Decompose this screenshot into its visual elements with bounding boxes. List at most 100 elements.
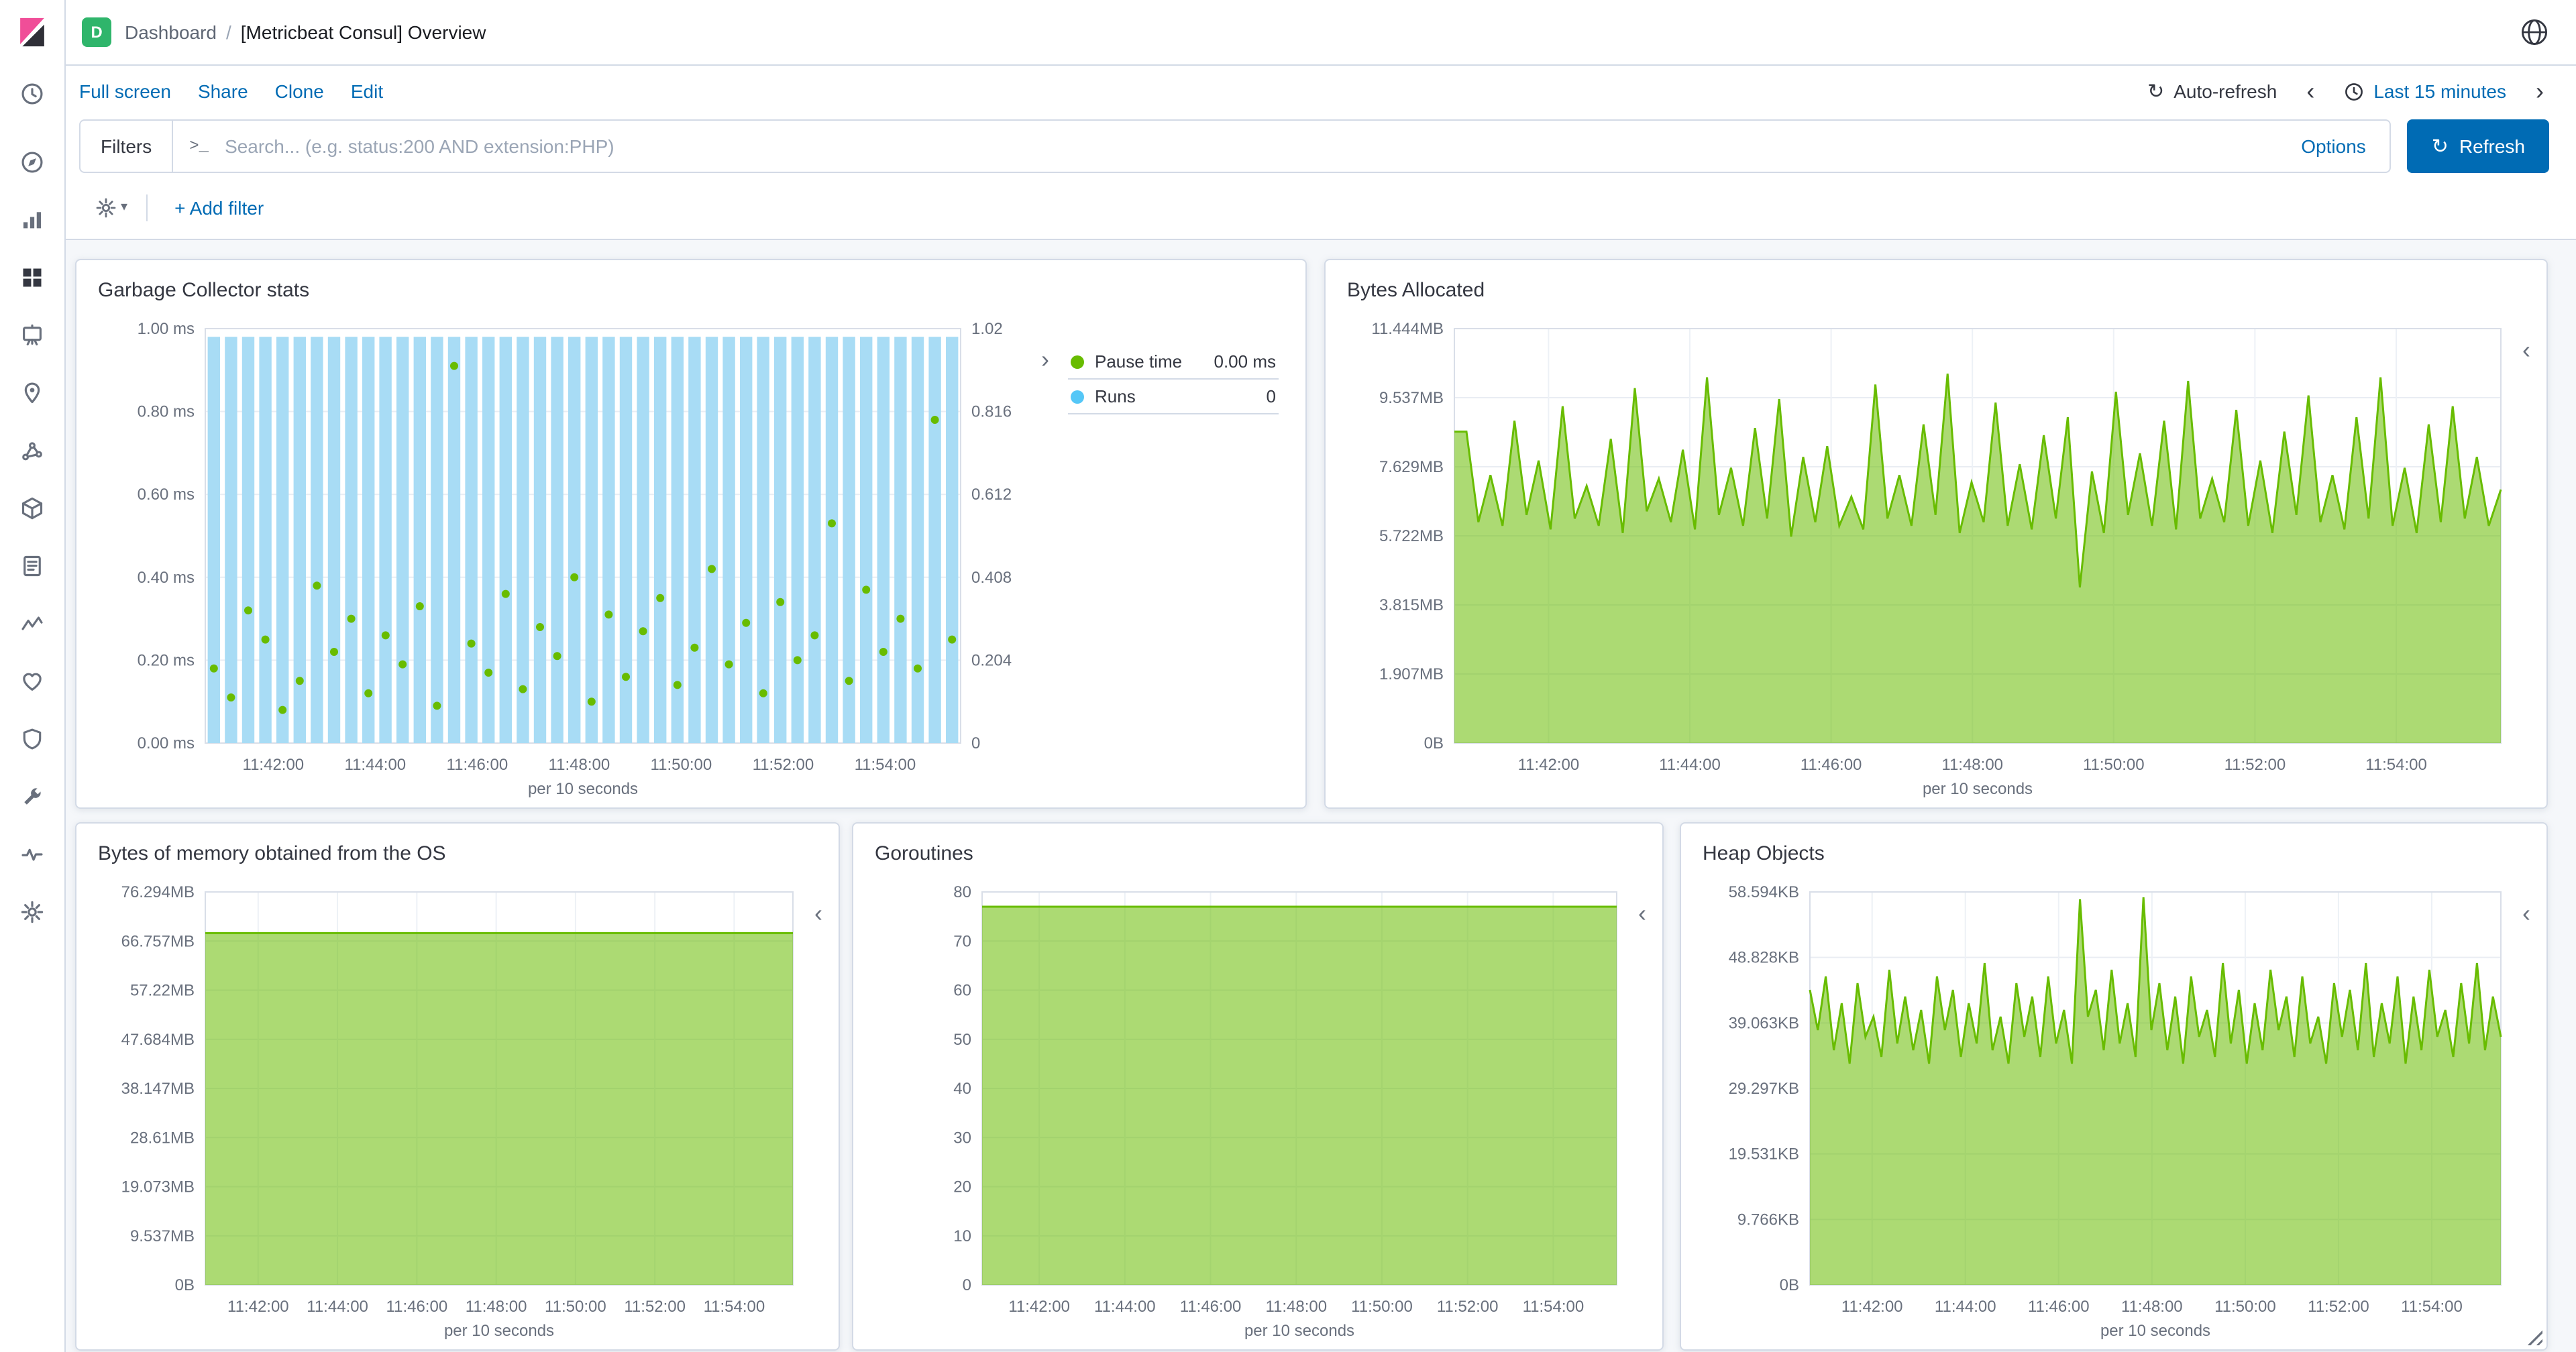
filter-options-button[interactable]: ▾ [95,196,127,218]
panel-title: Bytes of memory obtained from the OS [98,842,446,865]
svg-text:11:42:00: 11:42:00 [1841,1298,1903,1316]
svg-text:11:52:00: 11:52:00 [2224,756,2286,774]
svg-text:11:52:00: 11:52:00 [624,1298,686,1316]
svg-text:5.722MB: 5.722MB [1379,527,1444,545]
svg-text:11:42:00: 11:42:00 [1008,1298,1070,1316]
machine-learning-icon[interactable] [0,421,64,479]
chart-canvas: 0B 9.766KB 19.531KB 29.297KB 39.063KB 48.828K… [1729,883,2502,1340]
canvas-icon[interactable] [0,306,64,363]
svg-text:0B: 0B [175,1276,195,1294]
svg-text:11:54:00: 11:54:00 [1523,1298,1585,1316]
svg-text:11:50:00: 11:50:00 [2214,1298,2276,1316]
infrastructure-icon[interactable] [0,479,64,537]
management-icon[interactable] [0,883,64,940]
svg-text:per 10 seconds: per 10 seconds [2100,1322,2210,1340]
svg-text:0: 0 [963,1276,971,1294]
dashboard-icon[interactable] [0,248,64,306]
time-range-label: Last 15 minutes [2373,80,2506,102]
chart-legend: › Pause time 0.00 ms Runs 0 [1036,310,1284,802]
panel-bytes-memory-os: Bytes of memory obtained from the OS ‹ 0… [75,822,840,1351]
svg-text:30: 30 [953,1129,971,1147]
svg-text:11:54:00: 11:54:00 [855,756,916,774]
visualize-icon[interactable] [0,190,64,248]
uptime-icon[interactable] [0,652,64,710]
panel-title: Heap Objects [1703,842,1825,865]
search-box: >_ Options [173,119,2392,173]
legend-item-runs[interactable]: Runs 0 [1068,380,1279,414]
refresh-button[interactable]: ↻ Refresh [2407,119,2549,173]
dev-tools-icon[interactable] [0,767,64,825]
filters-toggle-button[interactable]: Filters [79,119,174,173]
time-forward-button[interactable]: › [2530,79,2549,103]
svg-text:11:54:00: 11:54:00 [704,1298,765,1316]
legend-series-value: 0.00 ms [1214,351,1277,372]
maps-icon[interactable] [0,363,64,421]
search-input[interactable] [222,134,2280,158]
chart-canvas: 0.00 ms 0.20 ms 0.40 ms 0.60 ms 0.80 ms 1.00 … [138,320,1012,798]
legend-item-pause-time[interactable]: Pause time 0.00 ms [1068,345,1279,380]
gear-icon [96,197,116,217]
svg-text:7.629MB: 7.629MB [1379,458,1444,476]
svg-text:50: 50 [953,1031,971,1049]
panel-title: Bytes Allocated [1347,279,1485,302]
svg-text:11:48:00: 11:48:00 [2121,1298,2183,1316]
full-screen-button[interactable]: Full screen [79,80,171,102]
legend-collapse-button[interactable]: › [1036,345,1055,374]
logs-icon[interactable] [0,537,64,594]
space-avatar[interactable]: D [82,17,111,47]
edit-button[interactable]: Edit [351,80,383,102]
kibana-logo[interactable] [15,0,50,64]
svg-text:0B: 0B [1780,1276,1799,1294]
svg-text:48.828KB: 48.828KB [1729,949,1799,967]
svg-text:11:46:00: 11:46:00 [1801,756,1862,774]
auto-refresh-button[interactable]: ↻ Auto-refresh [2139,78,2285,105]
svg-text:11:46:00: 11:46:00 [447,756,508,774]
svg-text:per 10 seconds: per 10 seconds [444,1322,554,1340]
svg-text:11:54:00: 11:54:00 [2401,1298,2463,1316]
svg-text:1.00 ms: 1.00 ms [138,320,195,338]
panel-heap-objects: Heap Objects ‹ 0B 9.766KB 19.531KB 29.297KB… [1680,822,2548,1351]
panel-title: Goroutines [875,842,973,865]
apm-icon[interactable] [0,594,64,652]
svg-text:11:48:00: 11:48:00 [466,1298,527,1316]
panel-title: Garbage Collector stats [98,279,310,302]
app-header: D Dashboard / [Metricbeat Consul] Overvi… [66,0,2576,66]
chart-canvas: 0 10 20 30 40 50 60 70 80 11:42:00 11:44:00 11:46:0… [953,883,1617,1340]
breadcrumb-separator: / [226,21,231,43]
svg-text:0.204: 0.204 [971,651,1012,669]
time-back-button[interactable]: ‹ [2301,79,2320,103]
panel-resize-handle[interactable] [2524,1327,2542,1345]
query-options-button[interactable]: Options [2293,134,2374,158]
monitoring-icon[interactable] [0,825,64,883]
query-prompt-icon: >_ [189,137,209,156]
svg-text:11:48:00: 11:48:00 [1941,756,2003,774]
panel-bytes-allocated: Bytes Allocated ‹ 0B 1.907MB 3.815MB 5.722M… [1324,259,2548,809]
svg-text:19.531KB: 19.531KB [1729,1145,1799,1164]
svg-text:9.537MB: 9.537MB [1379,389,1444,407]
clone-button[interactable]: Clone [275,80,324,102]
globe-icon[interactable] [2520,17,2549,47]
siem-icon[interactable] [0,710,64,767]
svg-text:47.684MB: 47.684MB [121,1031,195,1049]
svg-text:76.294MB: 76.294MB [121,883,195,901]
svg-text:66.757MB: 66.757MB [121,932,195,950]
breadcrumb-dashboard[interactable]: Dashboard [125,21,217,43]
add-filter-button[interactable]: + Add filter [166,195,272,219]
auto-refresh-label: Auto-refresh [2174,80,2277,102]
share-button[interactable]: Share [198,80,248,102]
discover-icon[interactable] [0,133,64,190]
page-title: [Metricbeat Consul] Overview [240,21,486,43]
svg-text:11:50:00: 11:50:00 [651,756,712,774]
svg-text:0: 0 [971,734,980,752]
time-range-button[interactable]: Last 15 minutes [2336,79,2514,103]
divider [146,194,148,221]
recently-viewed-icon[interactable] [0,64,64,122]
svg-text:0.612: 0.612 [971,486,1012,504]
svg-text:0.80 ms: 0.80 ms [138,403,195,421]
svg-text:60: 60 [953,982,971,1000]
svg-text:57.22MB: 57.22MB [130,982,195,1000]
svg-text:20: 20 [953,1178,971,1196]
svg-text:0B: 0B [1424,734,1444,752]
main-column: D Dashboard / [Metricbeat Consul] Overvi… [66,0,2576,1352]
query-bar: Filters >_ Options ↻ Refresh [66,117,2576,176]
